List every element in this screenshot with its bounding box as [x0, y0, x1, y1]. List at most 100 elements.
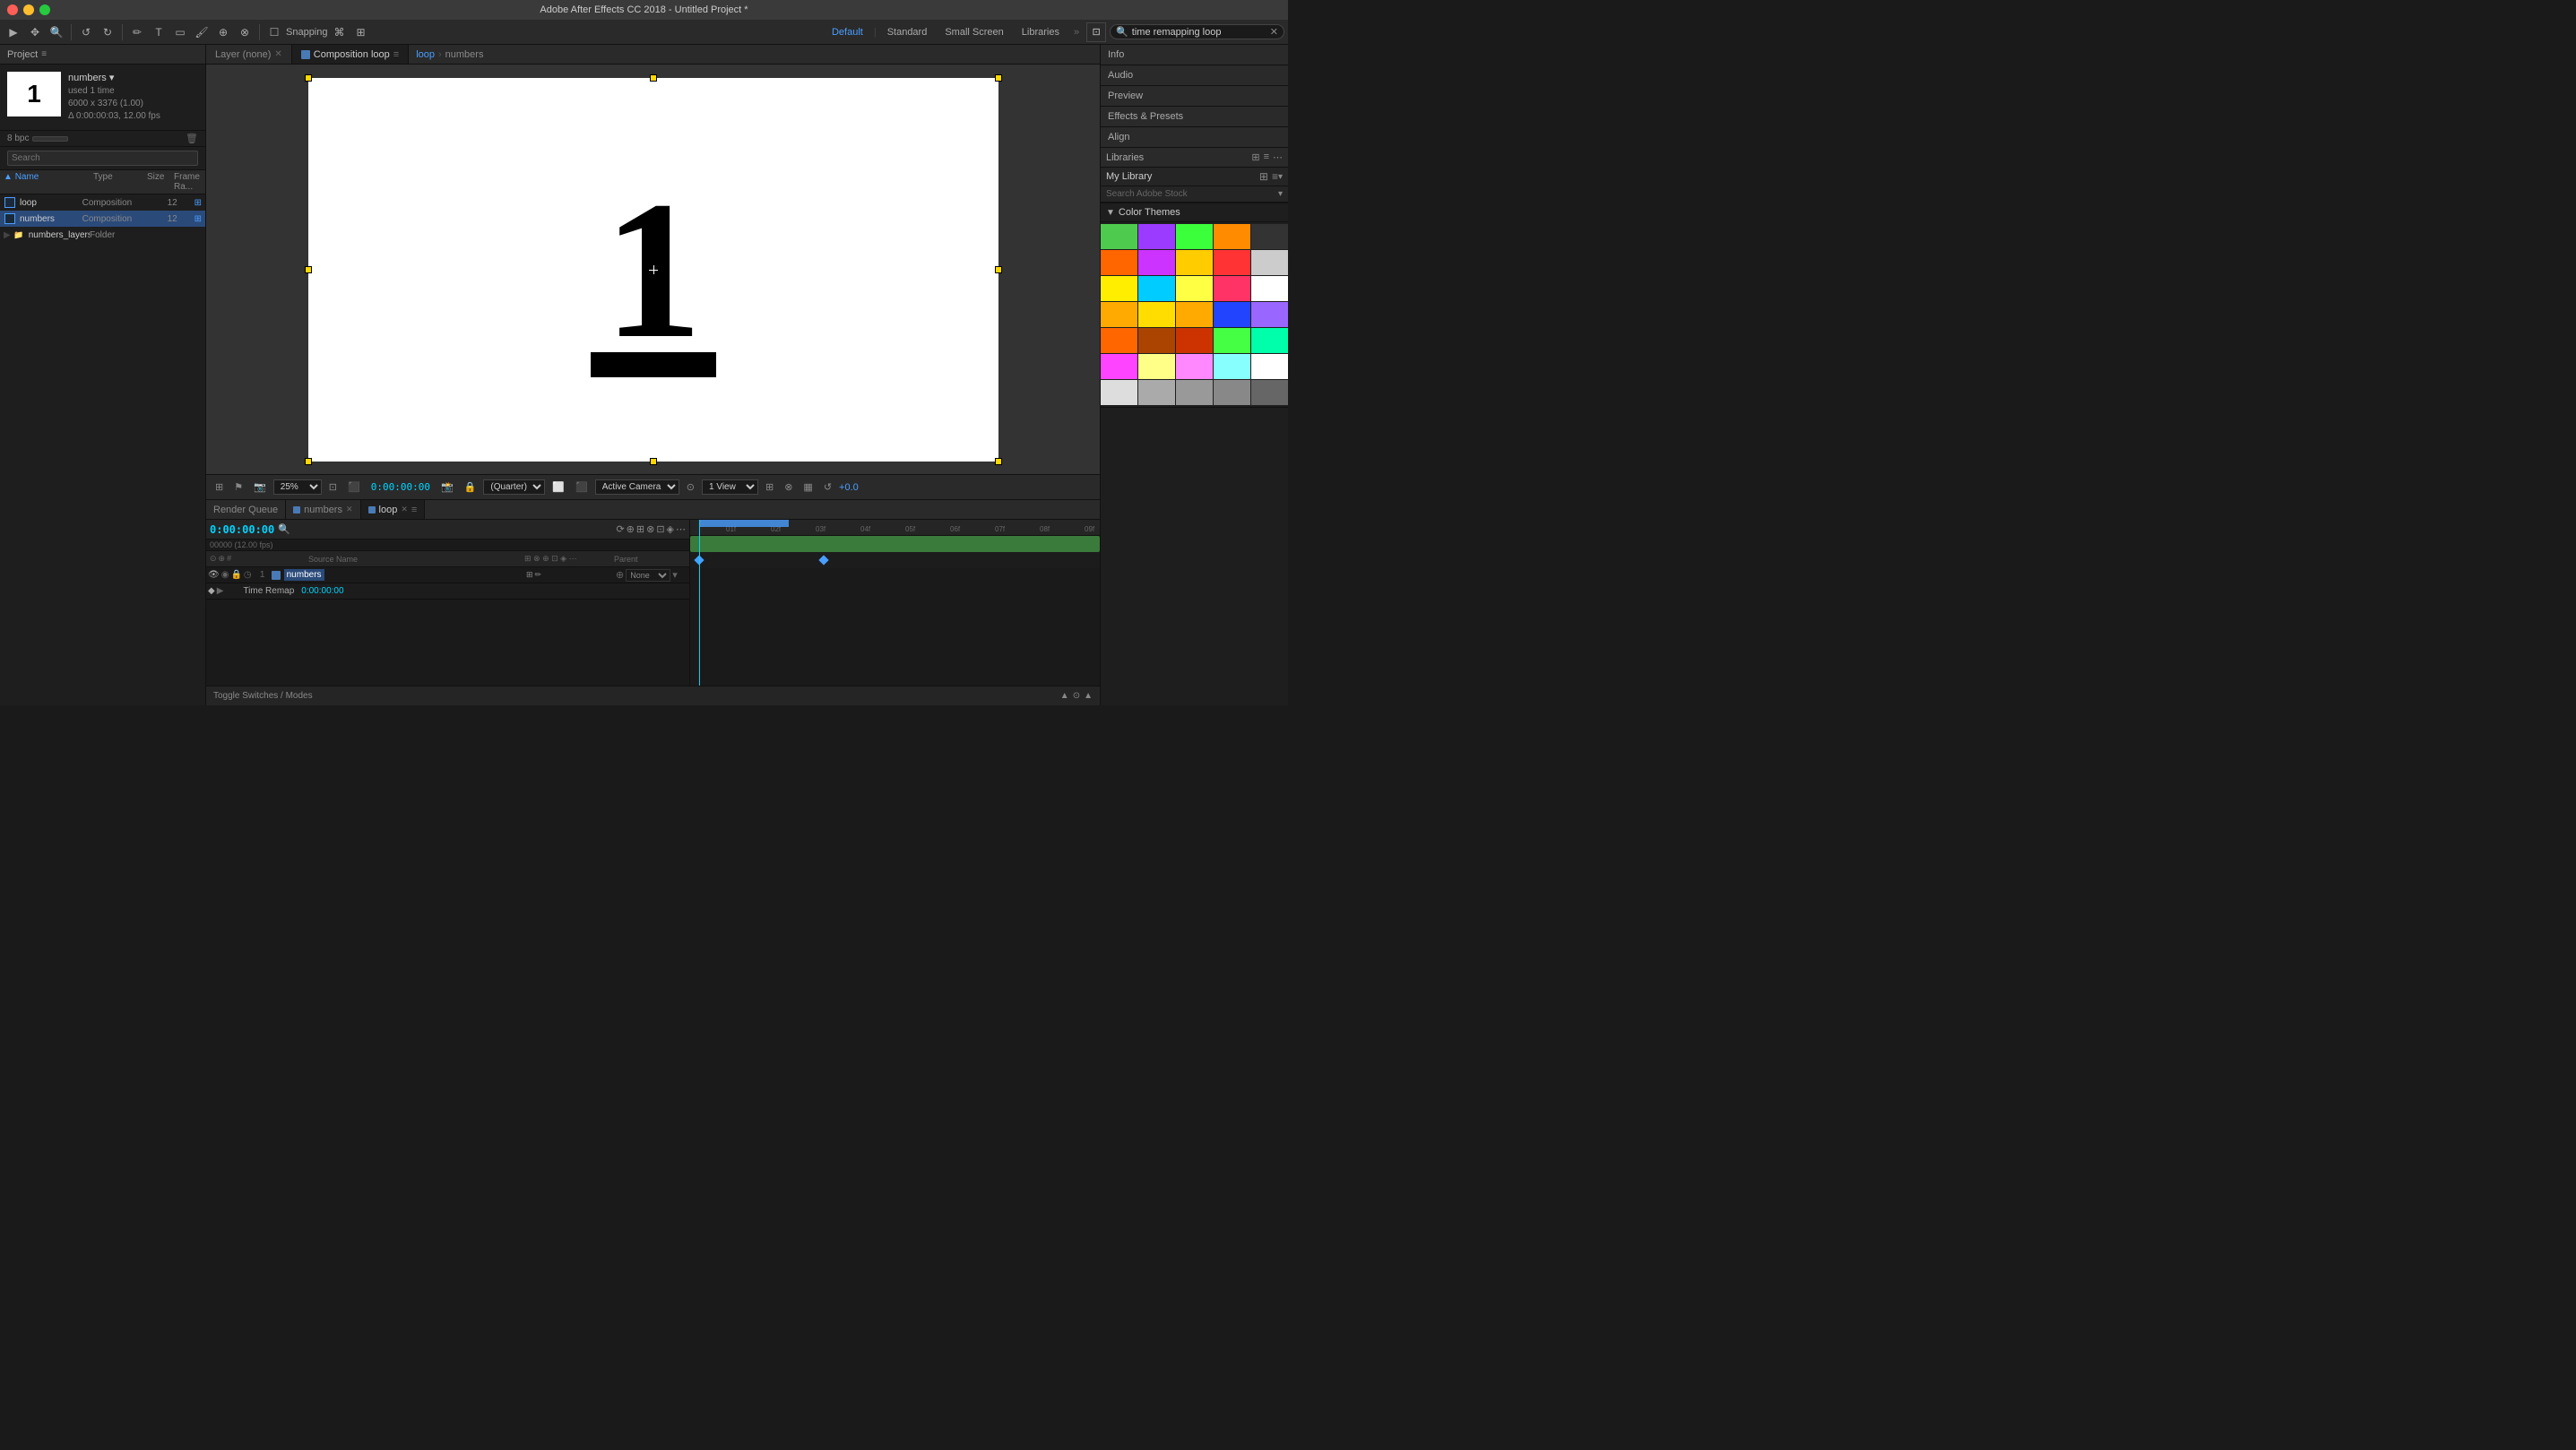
col-fr-header[interactable]: Frame Ra...	[174, 172, 202, 192]
stamp-tool[interactable]: ⊕	[213, 22, 233, 42]
layer-sw-1[interactable]: ⊞	[526, 570, 533, 580]
parent-select[interactable]: None	[626, 569, 670, 582]
color-swatch-21[interactable]	[1138, 328, 1175, 353]
color-swatch-12[interactable]	[1176, 276, 1213, 301]
workspace-standard[interactable]: Standard	[880, 25, 935, 39]
magnet-icon[interactable]: ⌘	[330, 22, 350, 42]
color-swatch-22[interactable]	[1176, 328, 1213, 353]
color-swatch-16[interactable]	[1138, 302, 1175, 327]
close-button[interactable]	[7, 4, 18, 15]
tf-icon-2[interactable]: ⊙	[1073, 691, 1080, 701]
playhead[interactable]	[699, 520, 700, 686]
workspace-icon[interactable]: ⊡	[1086, 22, 1106, 42]
orbit-tool[interactable]: ↻	[98, 22, 117, 42]
tab-layer-none[interactable]: Layer (none) ✕	[206, 45, 292, 64]
audio-section-header[interactable]: Audio	[1101, 65, 1288, 85]
vc-reset-icon[interactable]: ↺	[820, 479, 835, 495]
color-swatch-3[interactable]	[1214, 224, 1250, 249]
vc-fit-icon[interactable]: ⊡	[325, 479, 341, 495]
color-swatch-20[interactable]	[1101, 328, 1137, 353]
lib-menu-icon[interactable]: ⋯	[1273, 151, 1283, 163]
loop-tab-close[interactable]: ✕	[401, 505, 408, 514]
lib-view-grid[interactable]: ⊞	[1259, 170, 1268, 183]
viewer-timecode[interactable]: 0:00:00:00	[371, 481, 430, 493]
toggle-switches-label[interactable]: Toggle Switches / Modes	[213, 691, 313, 701]
tf-icon-3[interactable]: ▲	[1084, 691, 1093, 701]
color-swatch-32[interactable]	[1176, 380, 1213, 405]
vc-flag-icon[interactable]: ⚑	[230, 479, 246, 495]
view-select[interactable]: 1 View 2 Views	[702, 479, 758, 495]
vc-snapshot-icon[interactable]: 📸	[437, 479, 457, 495]
rotate-tool[interactable]: ↺	[76, 22, 96, 42]
color-swatch-1[interactable]	[1138, 224, 1175, 249]
tab-composition-loop[interactable]: Composition loop ≡	[292, 45, 409, 64]
handle-top-mid[interactable]	[650, 74, 657, 82]
vc-layout-icon[interactable]: ⊞	[762, 479, 777, 495]
lib-list-icon[interactable]: ≡	[1264, 151, 1269, 163]
align-section-header[interactable]: Align	[1101, 127, 1288, 147]
color-swatch-18[interactable]	[1214, 302, 1250, 327]
layer-eye-icon[interactable]: 👁	[208, 570, 220, 580]
hand-tool[interactable]: ✥	[25, 22, 45, 42]
lib-grid-icon[interactable]: ⊞	[1251, 151, 1259, 163]
handle-bot-left[interactable]	[305, 458, 312, 465]
clear-search-icon[interactable]: ✕	[1270, 26, 1278, 38]
handle-mid-right[interactable]	[995, 266, 1002, 273]
color-swatch-15[interactable]	[1101, 302, 1137, 327]
color-swatch-34[interactable]	[1251, 380, 1288, 405]
color-swatch-6[interactable]	[1138, 250, 1175, 275]
tl-ctrl-6[interactable]: ◈	[667, 523, 674, 535]
tab-render-queue[interactable]: Render Queue	[206, 500, 286, 519]
col-type-header[interactable]: Type	[93, 172, 147, 192]
preview-section-header[interactable]: Preview	[1101, 86, 1288, 106]
tl-ctrl-7[interactable]: ⋯	[676, 523, 686, 535]
snapping-checkbox[interactable]: ☐	[264, 22, 284, 42]
effects-presets-header[interactable]: Effects & Presets	[1101, 107, 1288, 126]
sublayer-value[interactable]: 0:00:00:00	[301, 586, 343, 596]
color-swatch-2[interactable]	[1176, 224, 1213, 249]
project-item-numbers[interactable]: numbers Composition 12 ⊞	[0, 211, 205, 227]
color-swatch-4[interactable]	[1251, 224, 1288, 249]
anchor-point[interactable]	[649, 265, 658, 274]
color-swatch-8[interactable]	[1214, 250, 1250, 275]
vc-lock-icon[interactable]: 🔒	[461, 479, 480, 495]
color-swatch-10[interactable]	[1101, 276, 1137, 301]
search-input[interactable]	[1132, 27, 1266, 38]
color-swatch-30[interactable]	[1101, 380, 1137, 405]
lib-view-list[interactable]: ≡	[1272, 170, 1278, 183]
breadcrumb-loop[interactable]: loop	[416, 49, 435, 60]
color-swatch-29[interactable]	[1251, 354, 1288, 379]
color-swatch-19[interactable]	[1251, 302, 1288, 327]
tab-numbers[interactable]: numbers ✕	[286, 500, 360, 519]
workspace-libraries[interactable]: Libraries	[1015, 25, 1067, 39]
workspace-default[interactable]: Default	[825, 25, 870, 39]
color-swatch-27[interactable]	[1176, 354, 1213, 379]
col-size-header[interactable]: Size	[147, 172, 174, 192]
col-name-header[interactable]: ▲ Name	[4, 172, 93, 192]
layer-solo-icon[interactable]: ◉	[221, 570, 229, 580]
tl-ctrl-2[interactable]: ⊕	[627, 523, 635, 535]
zoom-select[interactable]: 25% 50% 100%	[273, 479, 322, 495]
vc-floor-icon[interactable]: ▦	[800, 479, 816, 495]
vc-grid-icon[interactable]: ⊞	[212, 479, 227, 495]
handle-bot-mid[interactable]	[650, 458, 657, 465]
layer-shy-icon[interactable]: ◷	[244, 570, 252, 580]
color-swatch-14[interactable]	[1251, 276, 1288, 301]
info-section-header[interactable]: Info	[1101, 45, 1288, 65]
handle-top-right[interactable]	[995, 74, 1002, 82]
sublayer-diamond-icon[interactable]: ◆	[208, 586, 215, 596]
tl-ctrl-3[interactable]: ⊞	[636, 523, 644, 535]
numbers-tab-close[interactable]: ✕	[346, 505, 353, 514]
vc-mode-icon[interactable]: ⬜	[549, 479, 568, 495]
color-swatch-11[interactable]	[1138, 276, 1175, 301]
maximize-button[interactable]	[39, 4, 50, 15]
color-swatch-31[interactable]	[1138, 380, 1175, 405]
text-tool[interactable]: T	[149, 22, 169, 42]
color-swatch-7[interactable]	[1176, 250, 1213, 275]
color-swatch-9[interactable]	[1251, 250, 1288, 275]
project-item-layers[interactable]: ▶ 📁 numbers_layers Folder	[0, 227, 205, 243]
tl-ctrl-5[interactable]: ⊡	[656, 523, 664, 535]
color-swatch-23[interactable]	[1214, 328, 1250, 353]
my-library-dropdown[interactable]: My Library ⊞ ≡ ▾	[1101, 168, 1288, 186]
vc-camera-icon[interactable]: 📷	[250, 479, 270, 495]
